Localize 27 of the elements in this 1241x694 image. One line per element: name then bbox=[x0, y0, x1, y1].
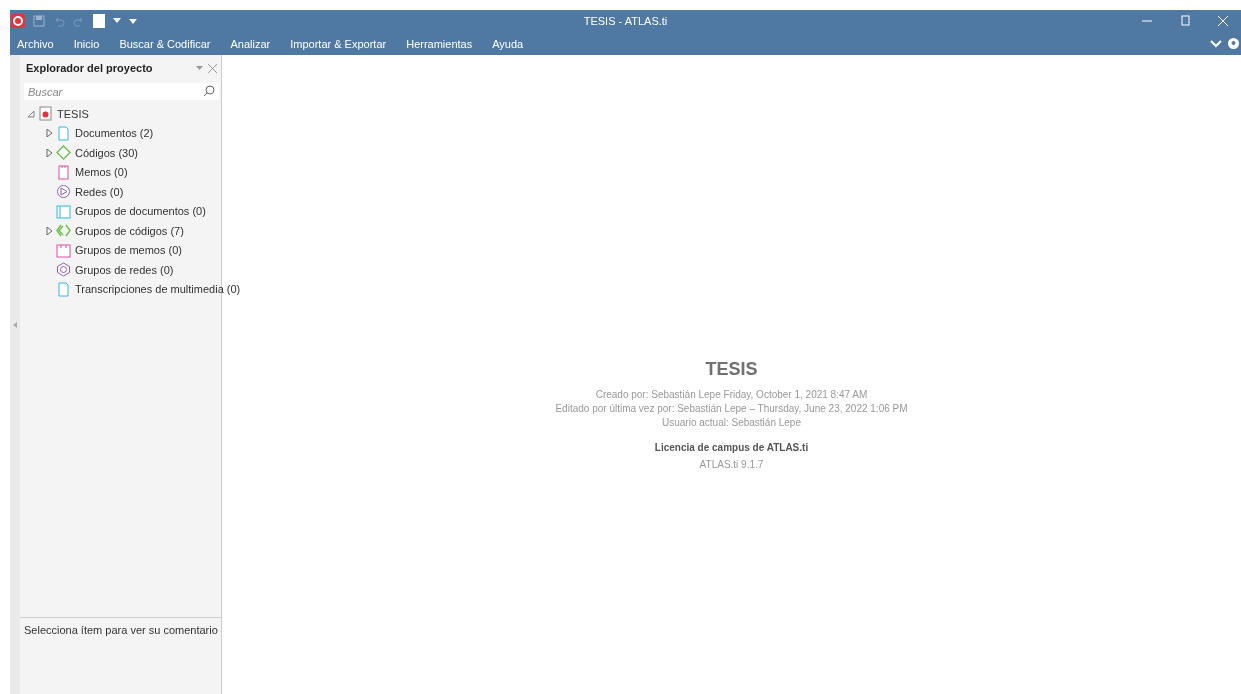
menu-item[interactable]: Buscar & Codificar bbox=[111, 37, 219, 50]
info-line: Usuario actual: Sebastián Lepe bbox=[661, 416, 802, 430]
menu-item[interactable]: Ayuda bbox=[484, 37, 532, 50]
search-field[interactable]: Buscar bbox=[24, 83, 203, 100]
tree-item[interactable]: Transcripciones de multimedia (0) bbox=[75, 283, 241, 296]
tree-item[interactable]: Documentos (2) bbox=[75, 127, 154, 140]
panel-title: Explorador del proyecto bbox=[26, 62, 153, 74]
tree-item[interactable]: Memos (0) bbox=[75, 166, 128, 179]
menu-item[interactable]: Analizar bbox=[222, 37, 279, 50]
tree-item[interactable]: Grupos de documentos (0) bbox=[75, 205, 206, 218]
tree-item[interactable]: Grupos de redes (0) bbox=[75, 263, 174, 276]
version-text: ATLAS.ti 9.1.7 bbox=[699, 459, 764, 470]
menu-item[interactable]: Inicio bbox=[65, 37, 108, 50]
license-text: Licencia de campus de ATLAS.ti bbox=[654, 442, 809, 453]
window-title: TESIS - ATLAS.ti bbox=[583, 15, 668, 27]
tree-item[interactable]: Redes (0) bbox=[75, 185, 124, 198]
tree-item[interactable]: Grupos de memos (0) bbox=[75, 244, 182, 257]
info-line: Creado por: Sebastián Lepe Friday, October 1, 2021 8:47 AM bbox=[594, 388, 869, 402]
tree-item[interactable]: TESIS bbox=[57, 107, 89, 120]
tree-item[interactable]: Grupos de códigos (7) bbox=[75, 224, 184, 237]
menu-item[interactable]: Herramientas bbox=[398, 37, 481, 50]
info-line: Editado por última vez por: Sebastián Lepe – Thursday, June 23, 2022 1:06 PM bbox=[555, 402, 908, 416]
project-title: TESIS bbox=[705, 359, 758, 380]
menu-item[interactable]: Importar & Exportar bbox=[282, 37, 395, 50]
comment-text: Selecciona ítem para ver su comentario bbox=[20, 617, 221, 694]
menu-item[interactable]: Archivo bbox=[10, 37, 62, 50]
tree-item[interactable]: Códigos (30) bbox=[75, 146, 138, 159]
